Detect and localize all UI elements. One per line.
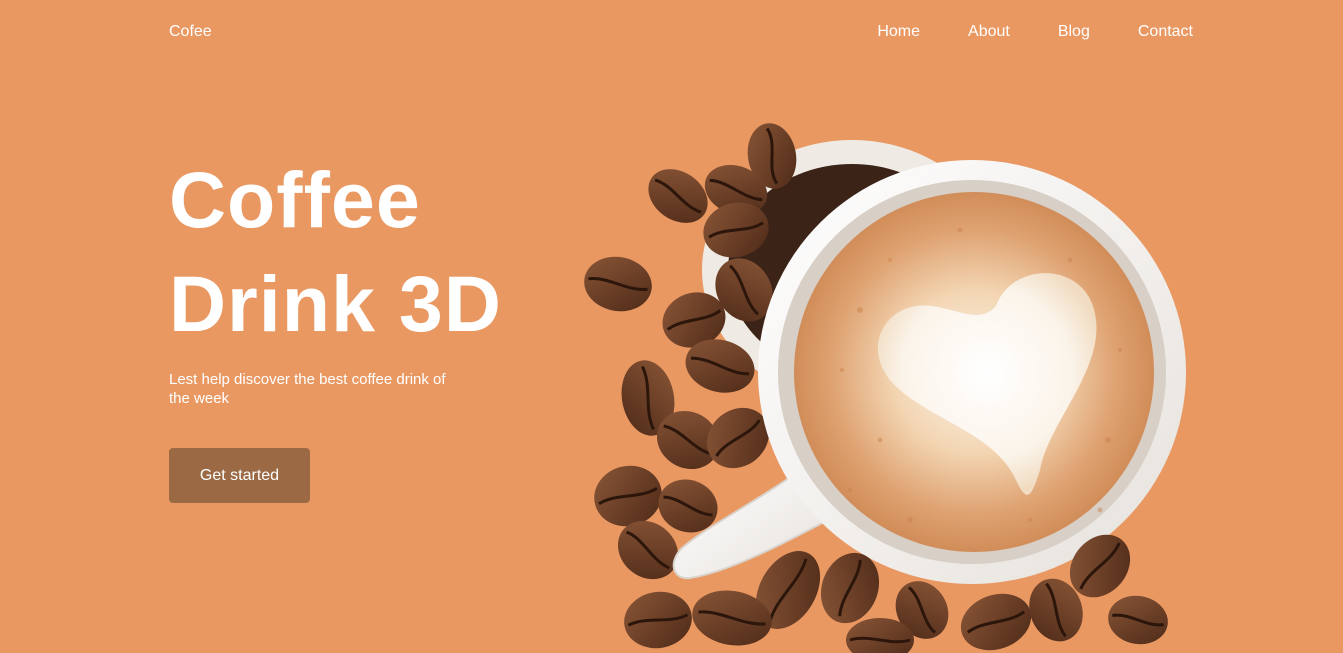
nav-link-about[interactable]: About bbox=[968, 23, 1010, 41]
nav-links: Home About Blog Contact bbox=[877, 23, 1193, 41]
top-navigation: Cofee Home About Blog Contact bbox=[0, 0, 1343, 64]
get-started-button[interactable]: Get started bbox=[169, 448, 310, 503]
nav-link-contact[interactable]: Contact bbox=[1138, 23, 1193, 41]
hero-subtitle: Lest help discover the best coffee drink… bbox=[169, 371, 446, 407]
nav-link-home[interactable]: Home bbox=[877, 23, 920, 41]
nav-link-blog[interactable]: Blog bbox=[1058, 23, 1090, 41]
hero-title-line-1: Coffee bbox=[169, 155, 421, 244]
coffee-cup-image bbox=[584, 123, 1186, 653]
hero-title: Coffee Drink 3D bbox=[169, 148, 502, 356]
hero-title-line-2: Drink 3D bbox=[169, 259, 502, 348]
coffee-cup-illustration bbox=[560, 110, 1200, 653]
brand-logo-link[interactable]: Cofee bbox=[169, 23, 212, 41]
